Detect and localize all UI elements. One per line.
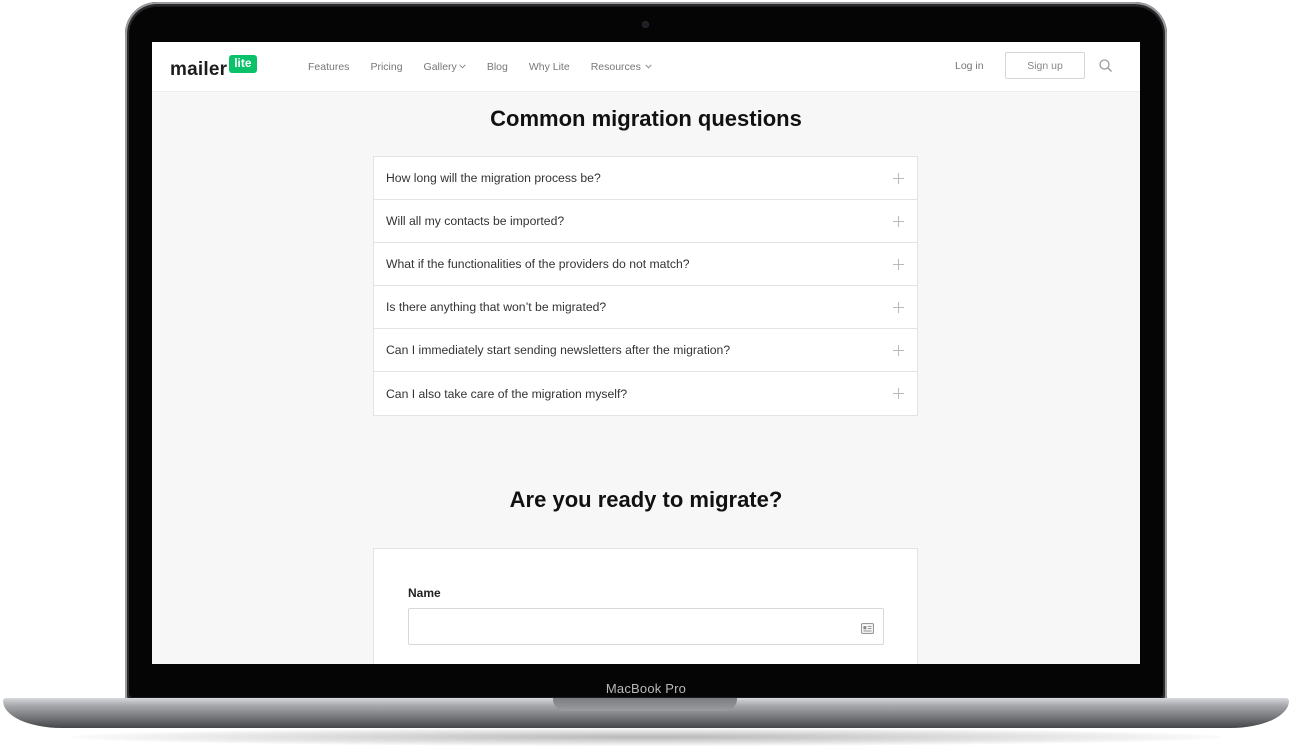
nav-link-gallery[interactable]: Gallery: [424, 61, 466, 73]
migrate-heading: Are you ready to migrate?: [509, 487, 783, 512]
faq-item[interactable]: Can I immediately start sending newslett…: [374, 329, 917, 372]
name-label: Name: [408, 586, 441, 600]
search-icon[interactable]: [1098, 58, 1114, 74]
faq-item[interactable]: Is there anything that won’t be migrated…: [374, 286, 917, 329]
contact-card-icon: [861, 621, 874, 634]
plus-icon[interactable]: [892, 258, 905, 271]
logo-text: mailer: [170, 59, 228, 80]
faq-question: Can I immediately start sending newslett…: [386, 343, 731, 357]
camera-icon: [642, 21, 649, 28]
plus-icon[interactable]: [892, 301, 905, 314]
browser-screen: mailer lite Features Pricing Gallery Blo…: [152, 42, 1140, 664]
faq-item[interactable]: How long will the migration process be?: [374, 157, 917, 200]
logo-badge: lite: [229, 55, 257, 73]
faq-item[interactable]: Can I also take care of the migration my…: [374, 372, 917, 415]
login-link[interactable]: Log in: [955, 60, 984, 72]
plus-icon[interactable]: [892, 215, 905, 228]
chevron-down-icon: [645, 64, 652, 69]
nav-link-features[interactable]: Features: [308, 61, 349, 73]
faq-question: Can I also take care of the migration my…: [386, 386, 628, 401]
nav-link-why-lite[interactable]: Why Lite: [529, 61, 570, 73]
plus-icon[interactable]: [892, 172, 905, 185]
faq-question: Will all my contacts be imported?: [386, 214, 565, 228]
faq-question: What if the functionalities of the provi…: [386, 257, 690, 271]
nav-link-resources[interactable]: Resources: [591, 61, 652, 73]
plus-icon[interactable]: [892, 344, 905, 357]
mailerlite-logo[interactable]: mailer lite: [170, 55, 257, 81]
name-input[interactable]: [409, 609, 869, 644]
nav-link-blog[interactable]: Blog: [487, 61, 508, 73]
nav-links: Features Pricing Gallery Blog Why Lite R…: [308, 42, 673, 91]
top-navigation: mailer lite Features Pricing Gallery Blo…: [152, 42, 1140, 92]
faq-heading: Common migration questions: [490, 106, 802, 131]
plus-icon[interactable]: [892, 387, 905, 400]
chevron-down-icon: [459, 64, 466, 69]
migration-form: Name: [373, 548, 918, 664]
faq-item[interactable]: What if the functionalities of the provi…: [374, 243, 917, 286]
laptop-notch: [553, 698, 737, 711]
faq-item[interactable]: Will all my contacts be imported?: [374, 200, 917, 243]
faq-accordion: How long will the migration process be? …: [373, 156, 918, 416]
signup-button[interactable]: Sign up: [1005, 52, 1085, 79]
name-field-wrapper: [408, 608, 884, 645]
nav-link-pricing[interactable]: Pricing: [370, 61, 402, 73]
faq-question: How long will the migration process be?: [386, 171, 601, 185]
laptop-shadow: [70, 728, 1222, 746]
faq-question: Is there anything that won’t be migrated…: [386, 300, 607, 314]
macbook-label: MacBook Pro: [605, 681, 687, 696]
